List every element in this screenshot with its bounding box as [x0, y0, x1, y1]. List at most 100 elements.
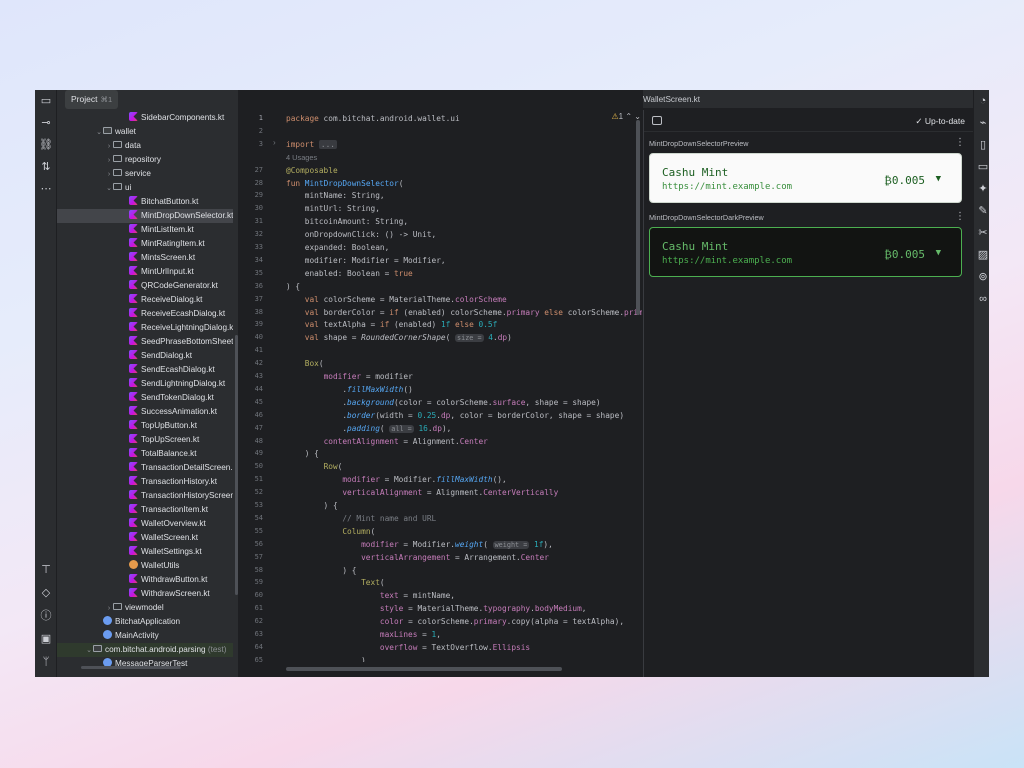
chevron-up-icon[interactable]: ⌃ — [625, 112, 632, 121]
expand-toggle-icon[interactable]: › — [105, 154, 113, 167]
tree-item[interactable]: BitchatApplication — [57, 615, 233, 629]
tree-item[interactable]: › viewmodel — [57, 601, 233, 615]
link-icon[interactable]: ∞ — [976, 292, 989, 306]
tree-item[interactable]: ⌄ com.bitchat.android.parsing (test) — [57, 643, 233, 657]
code-line: val colorScheme = MaterialTheme.colorSch… — [304, 294, 507, 304]
tree-item[interactable]: MainActivity — [57, 629, 233, 643]
line-number: 61 — [254, 604, 263, 613]
tree-item[interactable]: SidebarComponents.kt — [57, 111, 233, 125]
gem-icon[interactable]: ◇ — [39, 586, 53, 600]
tree-item[interactable]: TransactionHistoryScreen.kt — [57, 489, 233, 503]
expand-toggle-icon[interactable]: › — [105, 168, 113, 181]
expand-toggle-icon[interactable]: › — [105, 140, 113, 153]
folder-icon — [113, 141, 122, 148]
device-manager-icon[interactable]: ▯ — [976, 138, 989, 152]
tree-item[interactable]: MintsScreen.kt — [57, 251, 233, 265]
problems-icon[interactable]: ⓘ — [39, 609, 53, 623]
tree-item[interactable]: SendTokenDialog.kt — [57, 391, 233, 405]
tree-item[interactable]: MintListItem.kt — [57, 223, 233, 237]
tree-item-label: TopUpScreen.kt — [141, 435, 200, 444]
tree-item[interactable]: TransactionHistory.kt — [57, 475, 233, 489]
dropdown-arrow-icon[interactable]: ▼ — [936, 174, 941, 184]
tree-item[interactable]: WalletScreen.kt — [57, 531, 233, 545]
usages-hint[interactable]: 4 Usages — [286, 151, 317, 164]
project-view-tab[interactable]: Project ⌘1 — [65, 90, 119, 109]
pull-requests-icon[interactable]: ⇅ — [39, 160, 53, 174]
line-number: 65 — [254, 655, 263, 664]
notifications-icon[interactable]: ◔ — [976, 94, 989, 108]
image-icon[interactable]: ▨ — [976, 248, 989, 262]
code-editor[interactable]: 1 2 3 27 28 29 30 31 32 33 34 35 36 37 38 39 40 41 42 43 44 4… — [240, 90, 643, 677]
tree-item[interactable]: WalletOverview.kt — [57, 517, 233, 531]
git-icon[interactable]: ᛘ — [39, 655, 53, 669]
build-icon[interactable]: ⊤ — [39, 563, 53, 577]
tree-item[interactable]: ReceiveLightningDialog.kt — [57, 321, 233, 335]
tree-item[interactable]: › service — [57, 167, 233, 181]
mint-url: https://mint.example.com — [662, 256, 793, 266]
inspector-icon[interactable]: ⊚ — [976, 270, 989, 284]
tree-item[interactable]: TransactionItem.kt — [57, 503, 233, 517]
tree-item[interactable]: QRCodeGenerator.kt — [57, 279, 233, 293]
code-line: val shape = RoundedCornerShape( size = 4… — [304, 333, 512, 343]
expand-toggle-icon[interactable]: ⌄ — [105, 182, 113, 195]
project-scrollbar-horizontal[interactable] — [81, 666, 181, 669]
commit-icon[interactable]: ⊸ — [39, 116, 53, 130]
brush-icon[interactable]: ✎ — [976, 204, 989, 218]
warning-count: 1 — [618, 112, 624, 121]
mint-selector-preview-dark[interactable]: Cashu Mint https://mint.example.com ₿0.0… — [649, 227, 962, 277]
code-scrollbar-horizontal[interactable] — [286, 667, 562, 671]
tree-item[interactable]: SeedPhraseBottomSheet.kt — [57, 335, 233, 349]
more-icon[interactable]: ⋯ — [39, 182, 53, 196]
tree-item[interactable]: WithdrawButton.kt — [57, 573, 233, 587]
project-scrollbar-vertical[interactable] — [235, 335, 238, 595]
project-folder-icon[interactable]: ▭ — [39, 94, 53, 108]
tree-item[interactable]: TransactionDetailScreen.kt — [57, 461, 233, 475]
tree-item[interactable]: BitchatButton.kt — [57, 195, 233, 209]
mint-selector-preview-light[interactable]: Cashu Mint https://mint.example.com ₿0.0… — [649, 153, 962, 203]
tree-item[interactable]: TopUpScreen.kt — [57, 433, 233, 447]
scissors-icon[interactable]: ✂ — [976, 226, 989, 240]
tree-item[interactable]: ReceiveDialog.kt — [57, 293, 233, 307]
expand-toggle-icon[interactable]: › — [105, 602, 113, 615]
tree-item[interactable]: ⌄ ui — [57, 181, 233, 195]
tab-label: WalletScreen.kt — [643, 95, 701, 104]
tree-item[interactable]: SuccessAnimation.kt — [57, 405, 233, 419]
line-number-gutter: 1 2 3 27 28 29 30 31 32 33 34 35 36 37 38 39 40 41 42 43 44 4… — [240, 110, 282, 676]
preview-options-icon[interactable]: ⋮ — [955, 211, 965, 222]
dropdown-arrow-icon[interactable]: ▼ — [936, 248, 941, 258]
code-area[interactable]: package com.bitchat.android.wallet.ui imp… — [286, 110, 642, 662]
preview-options-icon[interactable]: ⋮ — [955, 137, 965, 148]
tree-item[interactable]: TotalBalance.kt — [57, 447, 233, 461]
tree-item[interactable]: WalletSettings.kt — [57, 545, 233, 559]
tree-item[interactable]: ⌄ wallet — [57, 125, 233, 139]
line-number: 32 — [254, 230, 263, 239]
tree-item[interactable]: MintUrlInput.kt — [57, 265, 233, 279]
tree-item[interactable]: SendLightningDialog.kt — [57, 377, 233, 391]
tree-item[interactable]: › repository — [57, 153, 233, 167]
structure-icon[interactable]: ⛓ — [39, 138, 53, 152]
fold-arrow-icon[interactable]: › — [273, 138, 276, 147]
code-line: ) { — [286, 501, 338, 510]
tree-item[interactable]: SendEcashDialog.kt — [57, 363, 233, 377]
tree-item[interactable]: › data — [57, 139, 233, 153]
terminal-icon[interactable]: ▣ — [39, 632, 53, 646]
preview-layout-icon[interactable] — [652, 116, 662, 125]
running-devices-icon[interactable]: ▭ — [976, 160, 989, 174]
gradle-icon[interactable]: ⌁ — [976, 116, 989, 130]
line-number: 64 — [254, 642, 263, 651]
tree-item[interactable]: ReceiveEcashDialog.kt — [57, 307, 233, 321]
tree-item[interactable]: WithdrawScreen.kt — [57, 587, 233, 601]
tree-item[interactable]: MintDropDownSelector.kt — [57, 209, 233, 223]
kotlin-file-icon — [129, 308, 138, 317]
code-line: modifier: Modifier = Modifier, — [286, 255, 446, 265]
tree-item[interactable]: MintRatingItem.kt — [57, 237, 233, 251]
expand-toggle-icon[interactable]: ⌄ — [85, 644, 93, 657]
tree-item[interactable]: SendDialog.kt — [57, 349, 233, 363]
right-tool-strip: ◔ ⌁ ▯ ▭ ✦ ✎ ✂ ▨ ⊚ ∞ — [973, 90, 989, 677]
expand-toggle-icon[interactable]: ⌄ — [95, 126, 103, 139]
code-scrollbar-vertical[interactable] — [636, 120, 640, 315]
tree-item[interactable]: WalletUtils — [57, 559, 233, 573]
tree-item[interactable]: TopUpButton.kt — [57, 419, 233, 433]
ai-assistant-icon[interactable]: ✦ — [976, 182, 989, 196]
code-line: @Composable — [286, 165, 338, 175]
